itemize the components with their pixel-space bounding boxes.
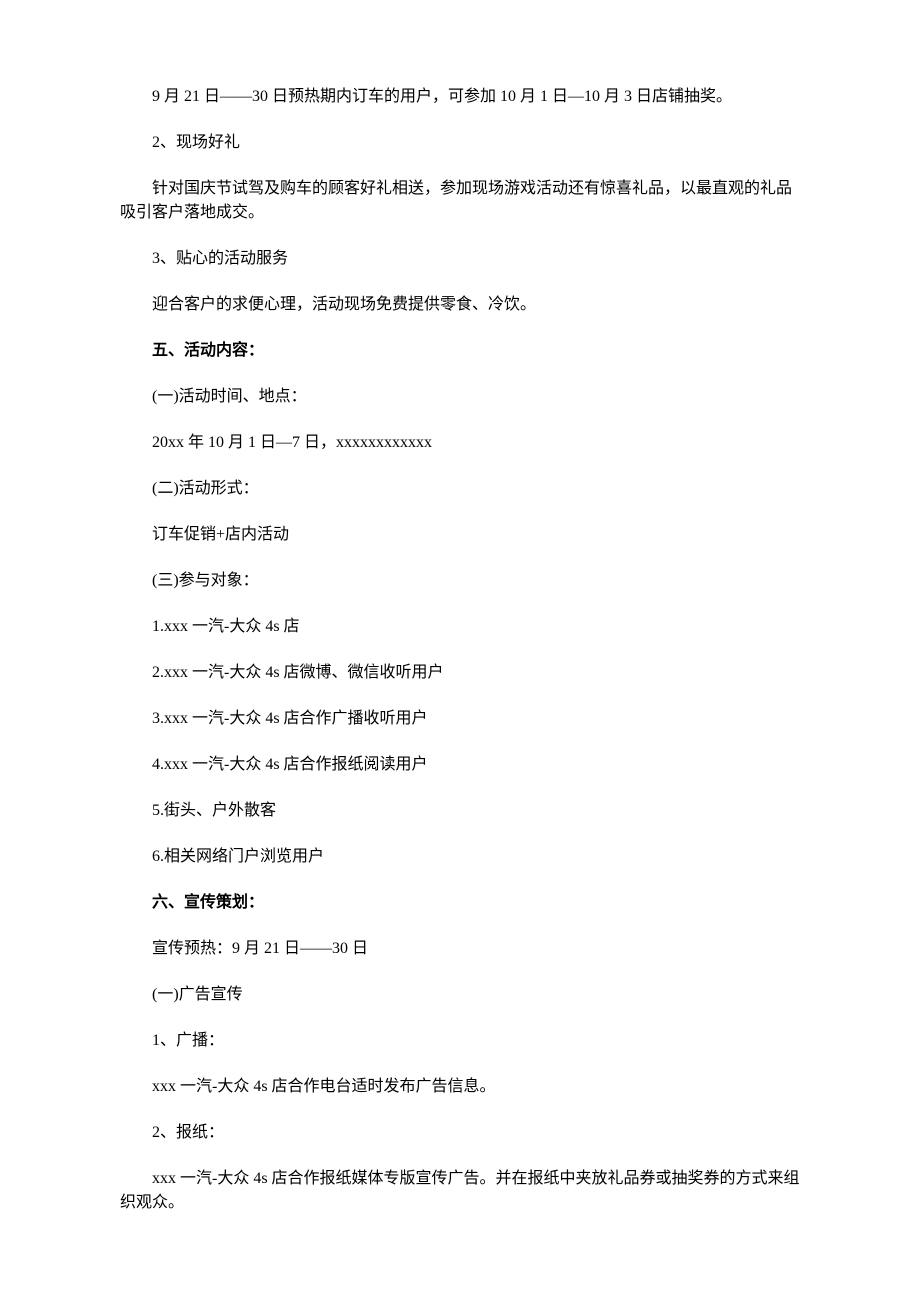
paragraph: 4.xxx 一汽-大众 4s 店合作报纸阅读用户 bbox=[120, 753, 800, 777]
section-heading-5: 五、活动内容： bbox=[120, 339, 800, 363]
paragraph: 3.xxx 一汽-大众 4s 店合作广播收听用户 bbox=[120, 707, 800, 731]
paragraph: 迎合客户的求便心理，活动现场免费提供零食、冷饮。 bbox=[120, 293, 800, 317]
section-heading-6: 六、宣传策划： bbox=[120, 891, 800, 915]
paragraph: 1.xxx 一汽-大众 4s 店 bbox=[120, 615, 800, 639]
paragraph: xxx 一汽-大众 4s 店合作报纸媒体专版宣传广告。并在报纸中夹放礼品券或抽奖… bbox=[120, 1167, 800, 1215]
paragraph: 5.街头、户外散客 bbox=[120, 799, 800, 823]
paragraph: 订车促销+店内活动 bbox=[120, 523, 800, 547]
paragraph: 20xx 年 10 月 1 日—7 日，xxxxxxxxxxxx bbox=[120, 431, 800, 455]
paragraph: 针对国庆节试驾及购车的顾客好礼相送，参加现场游戏活动还有惊喜礼品，以最直观的礼品… bbox=[120, 177, 800, 225]
paragraph: xxx 一汽-大众 4s 店合作电台适时发布广告信息。 bbox=[120, 1075, 800, 1099]
paragraph: 宣传预热：9 月 21 日——30 日 bbox=[120, 937, 800, 961]
paragraph: 1、广播： bbox=[120, 1029, 800, 1053]
paragraph: 9 月 21 日——30 日预热期内订车的用户，可参加 10 月 1 日—10 … bbox=[120, 85, 800, 109]
paragraph: 3、贴心的活动服务 bbox=[120, 247, 800, 271]
paragraph: 2.xxx 一汽-大众 4s 店微博、微信收听用户 bbox=[120, 661, 800, 685]
paragraph: (一)活动时间、地点： bbox=[120, 385, 800, 409]
paragraph: (二)活动形式： bbox=[120, 477, 800, 501]
paragraph: (三)参与对象： bbox=[120, 569, 800, 593]
paragraph: 6.相关网络门户浏览用户 bbox=[120, 845, 800, 869]
paragraph: 2、现场好礼 bbox=[120, 131, 800, 155]
paragraph: (一)广告宣传 bbox=[120, 983, 800, 1007]
document-page: 9 月 21 日——30 日预热期内订车的用户，可参加 10 月 1 日—10 … bbox=[0, 0, 920, 1302]
paragraph: 2、报纸： bbox=[120, 1121, 800, 1145]
